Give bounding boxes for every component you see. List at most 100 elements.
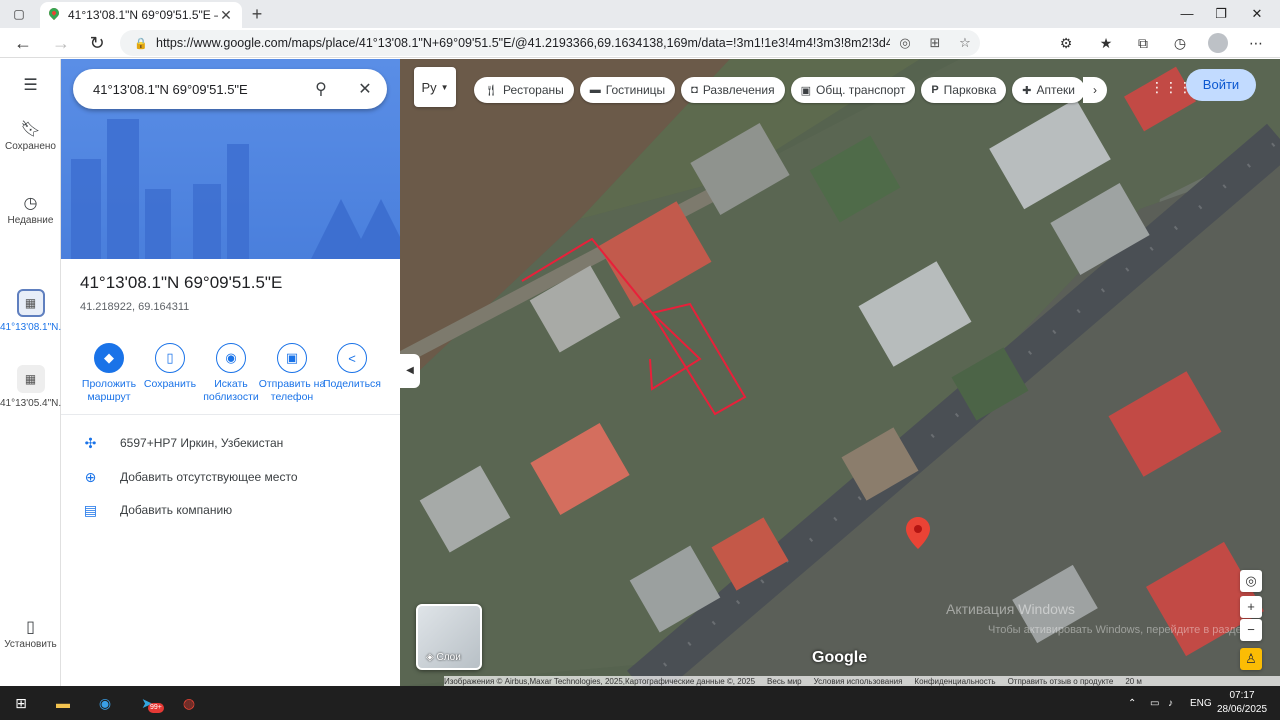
lock-icon[interactable]: 🔒 (134, 37, 148, 50)
saved-button[interactable]: 🔖︎ Сохранено (0, 122, 61, 153)
recent-button[interactable]: ◷ Недавние (0, 195, 61, 227)
share-button[interactable]: < Поделиться (317, 343, 387, 391)
network-icon[interactable]: ▭ (1150, 686, 1159, 720)
chip-parking[interactable]: P Парковка (921, 77, 1007, 103)
terms-link[interactable]: Условия использования (814, 677, 903, 686)
volume-icon[interactable]: ♪ (1168, 686, 1173, 720)
chip-restaurants[interactable]: 🍴︎ Рестораны (474, 77, 574, 103)
saved-label: Сохранено (5, 141, 56, 152)
recent-place-2[interactable]: ▦ 41°13'05.4"N... (0, 365, 67, 410)
install-button[interactable]: ▯ Установить (0, 620, 61, 651)
minus-icon: − (1247, 622, 1255, 637)
back-icon[interactable]: ← (10, 31, 36, 55)
windows-start-icon[interactable]: ⊞ (8, 691, 34, 715)
install-label: Установить (4, 639, 57, 650)
system-clock[interactable]: 07:17 28/06/2025 (1212, 689, 1272, 717)
save-button[interactable]: ▯ Сохранить (135, 343, 205, 391)
collections-icon[interactable]: ⧉ (1131, 32, 1155, 54)
favorite-star-icon[interactable]: ☆ (950, 35, 980, 51)
chip-hotels[interactable]: ▬ Гостиницы (579, 77, 676, 103)
nearby-button[interactable]: ◉ Искать поблизости (196, 343, 266, 404)
clock-time: 07:17 (1229, 690, 1255, 701)
layers-icon: ◈ (426, 652, 437, 663)
chip-label: Парковка (943, 83, 997, 97)
map-type-button[interactable]: Ру ▼ (414, 67, 456, 107)
app-available-icon[interactable]: ⊞ (920, 35, 950, 51)
hamburger-icon: ☰ (23, 77, 38, 94)
collapse-panel-button[interactable]: ◀ (400, 354, 420, 388)
privacy-link[interactable]: Конфиденциальность (914, 677, 995, 686)
file-explorer-icon[interactable]: ▬ (50, 691, 76, 715)
map-attribution: Изображения © Airbus,Maxar Technologies,… (444, 676, 1280, 686)
windows-taskbar: ⊞ ▬ ◉ ➤ 99+ ◍ ⌃ ▭ ♪ ENG 07:17 28/06/2025 (0, 686, 1280, 720)
directions-label: Проложить маршрут (81, 378, 137, 403)
chip-pharmacy[interactable]: ✚ Аптеки (1012, 77, 1085, 103)
reload-icon[interactable]: ↻ (84, 31, 110, 55)
url-field[interactable]: 🔒 https://www.google.com/maps/place/41°1… (120, 30, 980, 56)
language-indicator[interactable]: ENG (1190, 686, 1212, 720)
close-icon[interactable]: ✕ (343, 79, 387, 99)
extensions-icon[interactable]: ⚙ (1054, 32, 1078, 54)
recent-place-1[interactable]: ▦ 41°13'08.1"N... (0, 289, 67, 334)
satellite-map[interactable]: ◀ Ру ▼ 🍴︎ Рестораны ▬ Гостиницы ◘ Развлечени… (400, 59, 1280, 686)
telegram-icon[interactable]: ➤ 99+ (134, 691, 164, 715)
attribution-world-link[interactable]: Весь мир (767, 677, 802, 686)
chip-entertainment[interactable]: ◘ Развлечения (681, 77, 785, 103)
directions-button[interactable]: ◆ Проложить маршрут (74, 343, 144, 404)
save-label: Сохранить (143, 378, 197, 390)
add-place-row[interactable]: ⊕ Добавить отсутствующее место (61, 463, 400, 491)
favorites-icon[interactable]: ★ (1094, 32, 1118, 54)
chevron-down-icon: ▼ (440, 82, 449, 92)
close-tab-icon[interactable]: ✕ (218, 7, 234, 24)
my-location-button[interactable]: ◎ (1240, 570, 1262, 592)
place-thumbnail: ▦ (16, 289, 45, 317)
sign-in-button[interactable]: Войти (1186, 69, 1256, 101)
tray-chevron-icon[interactable]: ⌃ (1128, 686, 1136, 720)
edge-browser-icon[interactable]: ◉ (92, 691, 118, 715)
add-business-row[interactable]: ▤ Добавить компанию (61, 496, 400, 524)
clock-date: 28/06/2025 (1216, 704, 1268, 715)
street-view-button[interactable]: ♙ (1240, 648, 1262, 670)
history-icon: ◷ (23, 195, 38, 212)
divider (61, 414, 400, 415)
add-business-icon: ▤ (83, 501, 98, 518)
history-icon[interactable]: ◷ (1168, 32, 1192, 54)
location-icon[interactable]: ◎ (890, 35, 920, 51)
tab-actions-icon[interactable]: ▢ (8, 4, 30, 24)
location-pin-icon[interactable] (906, 517, 930, 549)
browser-tab[interactable]: 41°13'08.1"N 69°09'51.5"E – Goo ✕ (40, 2, 242, 28)
my-location-icon: ◎ (1245, 573, 1257, 588)
satellite-imagery (400, 59, 1280, 686)
chip-label: Развлечения (702, 83, 775, 97)
google-apps-icon[interactable]: ⋮⋮⋮ (1150, 79, 1192, 95)
directions-icon: ◆ (94, 343, 124, 373)
chip-transit[interactable]: ▣ Общ. транспорт (790, 77, 916, 103)
tab-title: 41°13'08.1"N 69°09'51.5"E – Goo (68, 8, 218, 22)
left-rail: ☰ 🔖︎ Сохранено ◷ Недавние ▦ 41°13'08.1"N… (0, 59, 67, 686)
zoom-in-button[interactable]: + (1240, 596, 1262, 618)
search-icon[interactable]: ⚲ (299, 79, 343, 99)
place-title: 41°13'08.1"N 69°09'51.5"E (80, 273, 283, 292)
layers-button[interactable]: ◈ Слои (416, 604, 482, 670)
map-type-label: Ру (421, 79, 437, 95)
close-window-icon[interactable]: ✕ (1234, 0, 1280, 28)
search-box[interactable]: 41°13'08.1"N 69°09'51.5"E ⚲ ✕ (73, 69, 387, 109)
nearby-label: Искать поблизости (203, 378, 259, 403)
url-text: https://www.google.com/maps/place/41°13'… (156, 36, 890, 50)
browser-tab-bar: ▢ 41°13'08.1"N 69°09'51.5"E – Goo ✕ + — … (0, 0, 1280, 28)
scale-label[interactable]: 20 м (1125, 677, 1142, 686)
feedback-link[interactable]: Отправить отзыв о продукте (1008, 677, 1114, 686)
chevron-right-icon: › (1093, 83, 1097, 97)
plus-code-row[interactable]: ✣ 6597+HP7 Иркин, Узбекистан (61, 429, 400, 457)
profile-avatar[interactable] (1208, 33, 1228, 53)
zoom-out-button[interactable]: − (1240, 619, 1262, 641)
chrome-icon[interactable]: ◍ (176, 691, 202, 715)
menu-button[interactable]: ☰ (0, 77, 61, 96)
search-input[interactable]: 41°13'08.1"N 69°09'51.5"E (93, 82, 299, 97)
new-tab-button[interactable]: + (246, 3, 268, 25)
layers-label: Слои (436, 652, 461, 663)
restaurant-icon: 🍴︎ (484, 84, 498, 97)
more-menu-icon[interactable]: ⋯ (1244, 32, 1268, 54)
chip-label: Рестораны (502, 83, 564, 97)
forward-icon[interactable]: → (48, 31, 74, 55)
